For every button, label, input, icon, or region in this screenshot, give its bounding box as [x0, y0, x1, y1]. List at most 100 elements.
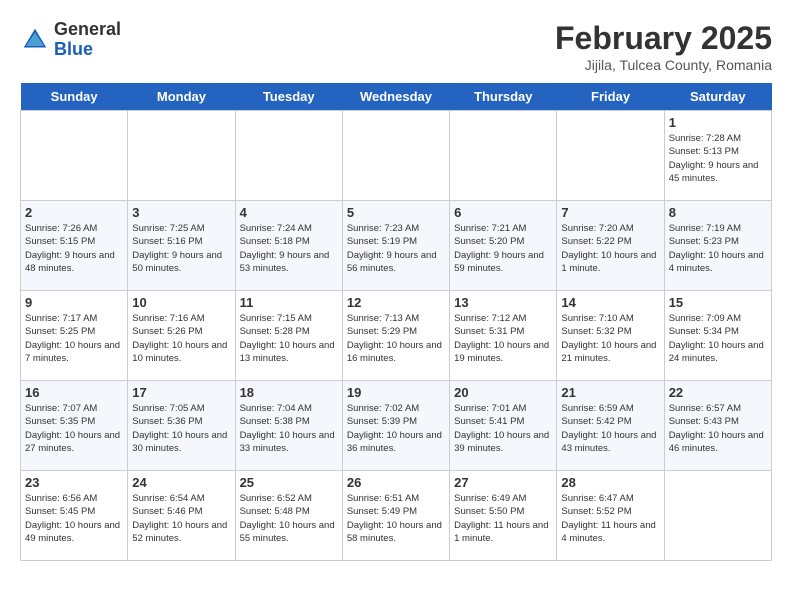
- calendar-cell: 19Sunrise: 7:02 AMSunset: 5:39 PMDayligh…: [342, 381, 449, 471]
- cell-content: Sunrise: 6:52 AMSunset: 5:48 PMDaylight:…: [240, 492, 338, 545]
- day-header-sunday: Sunday: [21, 83, 128, 111]
- day-number: 15: [669, 295, 767, 310]
- day-header-wednesday: Wednesday: [342, 83, 449, 111]
- calendar-cell: 13 Sunrise: 7:12 AMSunset: 5:31 PMDayligh…: [450, 291, 557, 381]
- calendar-cell: [450, 111, 557, 201]
- day-number: 8: [669, 205, 767, 220]
- cell-content: Sunrise: 7:19 AMSunset: 5:23 PMDaylight:…: [669, 222, 767, 275]
- day-number: 9: [25, 295, 123, 310]
- calendar-cell: 27 Sunrise: 6:49 AMSunset: 5:50 PMDayligh…: [450, 471, 557, 561]
- calendar-cell: 15 Sunrise: 7:09 AMSunset: 5:34 PMDayligh…: [664, 291, 771, 381]
- day-header-friday: Friday: [557, 83, 664, 111]
- calendar-cell: [235, 111, 342, 201]
- day-number: 25: [240, 475, 338, 490]
- day-number: 18: [240, 385, 338, 400]
- month-title: February 2025: [555, 20, 772, 57]
- location-subtitle: Jijila, Tulcea County, Romania: [555, 57, 772, 73]
- calendar-cell: 14 Sunrise: 7:10 AMSunset: 5:32 PMDayligh…: [557, 291, 664, 381]
- day-number: 7: [561, 205, 659, 220]
- cell-content: Sunrise: 7:13 AMSunset: 5:29 PMDaylight:…: [347, 312, 445, 365]
- day-number: 6: [454, 205, 552, 220]
- cell-content: Sunrise: 6:56 AMSunset: 5:45 PMDaylight:…: [25, 492, 123, 545]
- day-number: 22: [669, 385, 767, 400]
- calendar-cell: [342, 111, 449, 201]
- calendar-cell: 1 Sunrise: 7:28 AMSunset: 5:13 PMDaylight…: [664, 111, 771, 201]
- day-number: 11: [240, 295, 338, 310]
- calendar-week-3: 9Sunrise: 7:17 AMSunset: 5:25 PMDaylight…: [21, 291, 772, 381]
- cell-content: Sunrise: 7:07 AMSunset: 5:35 PMDaylight:…: [25, 402, 123, 455]
- day-header-thursday: Thursday: [450, 83, 557, 111]
- calendar-cell: 7 Sunrise: 7:20 AMSunset: 5:22 PMDaylight…: [557, 201, 664, 291]
- day-header-row: SundayMondayTuesdayWednesdayThursdayFrid…: [21, 83, 772, 111]
- cell-content: Sunrise: 6:47 AMSunset: 5:52 PMDaylight:…: [561, 492, 659, 545]
- day-number: 17: [132, 385, 230, 400]
- day-number: 26: [347, 475, 445, 490]
- cell-content: Sunrise: 7:25 AMSunset: 5:16 PMDaylight:…: [132, 222, 230, 275]
- calendar-table: SundayMondayTuesdayWednesdayThursdayFrid…: [20, 83, 772, 561]
- calendar-cell: 17Sunrise: 7:05 AMSunset: 5:36 PMDayligh…: [128, 381, 235, 471]
- day-header-saturday: Saturday: [664, 83, 771, 111]
- calendar-cell: [557, 111, 664, 201]
- calendar-cell: 25 Sunrise: 6:52 AMSunset: 5:48 PMDayligh…: [235, 471, 342, 561]
- calendar-cell: 16 Sunrise: 7:07 AMSunset: 5:35 PMDayligh…: [21, 381, 128, 471]
- cell-content: Sunrise: 6:49 AMSunset: 5:50 PMDaylight:…: [454, 492, 552, 545]
- day-number: 1: [669, 115, 767, 130]
- cell-content: Sunrise: 7:20 AMSunset: 5:22 PMDaylight:…: [561, 222, 659, 275]
- cell-content: Sunrise: 7:24 AMSunset: 5:18 PMDaylight:…: [240, 222, 338, 275]
- day-number: 4: [240, 205, 338, 220]
- calendar-cell: 9Sunrise: 7:17 AMSunset: 5:25 PMDaylight…: [21, 291, 128, 381]
- cell-content: Sunrise: 6:51 AMSunset: 5:49 PMDaylight:…: [347, 492, 445, 545]
- day-number: 5: [347, 205, 445, 220]
- calendar-cell: 28 Sunrise: 6:47 AMSunset: 5:52 PMDayligh…: [557, 471, 664, 561]
- cell-content: Sunrise: 6:59 AMSunset: 5:42 PMDaylight:…: [561, 402, 659, 455]
- calendar-week-2: 2Sunrise: 7:26 AMSunset: 5:15 PMDaylight…: [21, 201, 772, 291]
- page-header: General Blue February 2025 Jijila, Tulce…: [20, 20, 772, 73]
- calendar-cell: 2Sunrise: 7:26 AMSunset: 5:15 PMDaylight…: [21, 201, 128, 291]
- calendar-cell: 26 Sunrise: 6:51 AMSunset: 5:49 PMDayligh…: [342, 471, 449, 561]
- day-header-tuesday: Tuesday: [235, 83, 342, 111]
- calendar-cell: [128, 111, 235, 201]
- calendar-cell: 22 Sunrise: 6:57 AMSunset: 5:43 PMDayligh…: [664, 381, 771, 471]
- calendar-cell: 12Sunrise: 7:13 AMSunset: 5:29 PMDayligh…: [342, 291, 449, 381]
- day-number: 3: [132, 205, 230, 220]
- cell-content: Sunrise: 7:10 AMSunset: 5:32 PMDaylight:…: [561, 312, 659, 365]
- logo-blue: Blue: [54, 40, 121, 60]
- day-number: 16: [25, 385, 123, 400]
- cell-content: Sunrise: 6:57 AMSunset: 5:43 PMDaylight:…: [669, 402, 767, 455]
- logo-icon: [20, 25, 50, 55]
- day-number: 27: [454, 475, 552, 490]
- cell-content: Sunrise: 7:12 AMSunset: 5:31 PMDaylight:…: [454, 312, 552, 365]
- day-number: 13: [454, 295, 552, 310]
- calendar-cell: 11 Sunrise: 7:15 AMSunset: 5:28 PMDayligh…: [235, 291, 342, 381]
- day-number: 21: [561, 385, 659, 400]
- cell-content: Sunrise: 7:01 AMSunset: 5:41 PMDaylight:…: [454, 402, 552, 455]
- calendar-cell: [664, 471, 771, 561]
- calendar-week-4: 16 Sunrise: 7:07 AMSunset: 5:35 PMDayligh…: [21, 381, 772, 471]
- day-number: 20: [454, 385, 552, 400]
- cell-content: Sunrise: 7:16 AMSunset: 5:26 PMDaylight:…: [132, 312, 230, 365]
- cell-content: Sunrise: 7:02 AMSunset: 5:39 PMDaylight:…: [347, 402, 445, 455]
- day-number: 28: [561, 475, 659, 490]
- cell-content: Sunrise: 7:04 AMSunset: 5:38 PMDaylight:…: [240, 402, 338, 455]
- calendar-cell: 24Sunrise: 6:54 AMSunset: 5:46 PMDayligh…: [128, 471, 235, 561]
- day-header-monday: Monday: [128, 83, 235, 111]
- calendar-cell: 3 Sunrise: 7:25 AMSunset: 5:16 PMDaylight…: [128, 201, 235, 291]
- logo-text: General Blue: [54, 20, 121, 60]
- calendar-cell: 5 Sunrise: 7:23 AMSunset: 5:19 PMDaylight…: [342, 201, 449, 291]
- day-number: 14: [561, 295, 659, 310]
- calendar-cell: 10 Sunrise: 7:16 AMSunset: 5:26 PMDayligh…: [128, 291, 235, 381]
- cell-content: Sunrise: 7:28 AMSunset: 5:13 PMDaylight:…: [669, 132, 767, 185]
- day-number: 10: [132, 295, 230, 310]
- day-number: 23: [25, 475, 123, 490]
- calendar-cell: 4 Sunrise: 7:24 AMSunset: 5:18 PMDaylight…: [235, 201, 342, 291]
- cell-content: Sunrise: 7:15 AMSunset: 5:28 PMDaylight:…: [240, 312, 338, 365]
- cell-content: Sunrise: 7:09 AMSunset: 5:34 PMDaylight:…: [669, 312, 767, 365]
- calendar-cell: 6 Sunrise: 7:21 AMSunset: 5:20 PMDaylight…: [450, 201, 557, 291]
- title-section: February 2025 Jijila, Tulcea County, Rom…: [555, 20, 772, 73]
- cell-content: Sunrise: 7:23 AMSunset: 5:19 PMDaylight:…: [347, 222, 445, 275]
- day-number: 2: [25, 205, 123, 220]
- logo: General Blue: [20, 20, 121, 60]
- cell-content: Sunrise: 6:54 AMSunset: 5:46 PMDaylight:…: [132, 492, 230, 545]
- cell-content: Sunrise: 7:21 AMSunset: 5:20 PMDaylight:…: [454, 222, 552, 275]
- calendar-week-1: 1 Sunrise: 7:28 AMSunset: 5:13 PMDaylight…: [21, 111, 772, 201]
